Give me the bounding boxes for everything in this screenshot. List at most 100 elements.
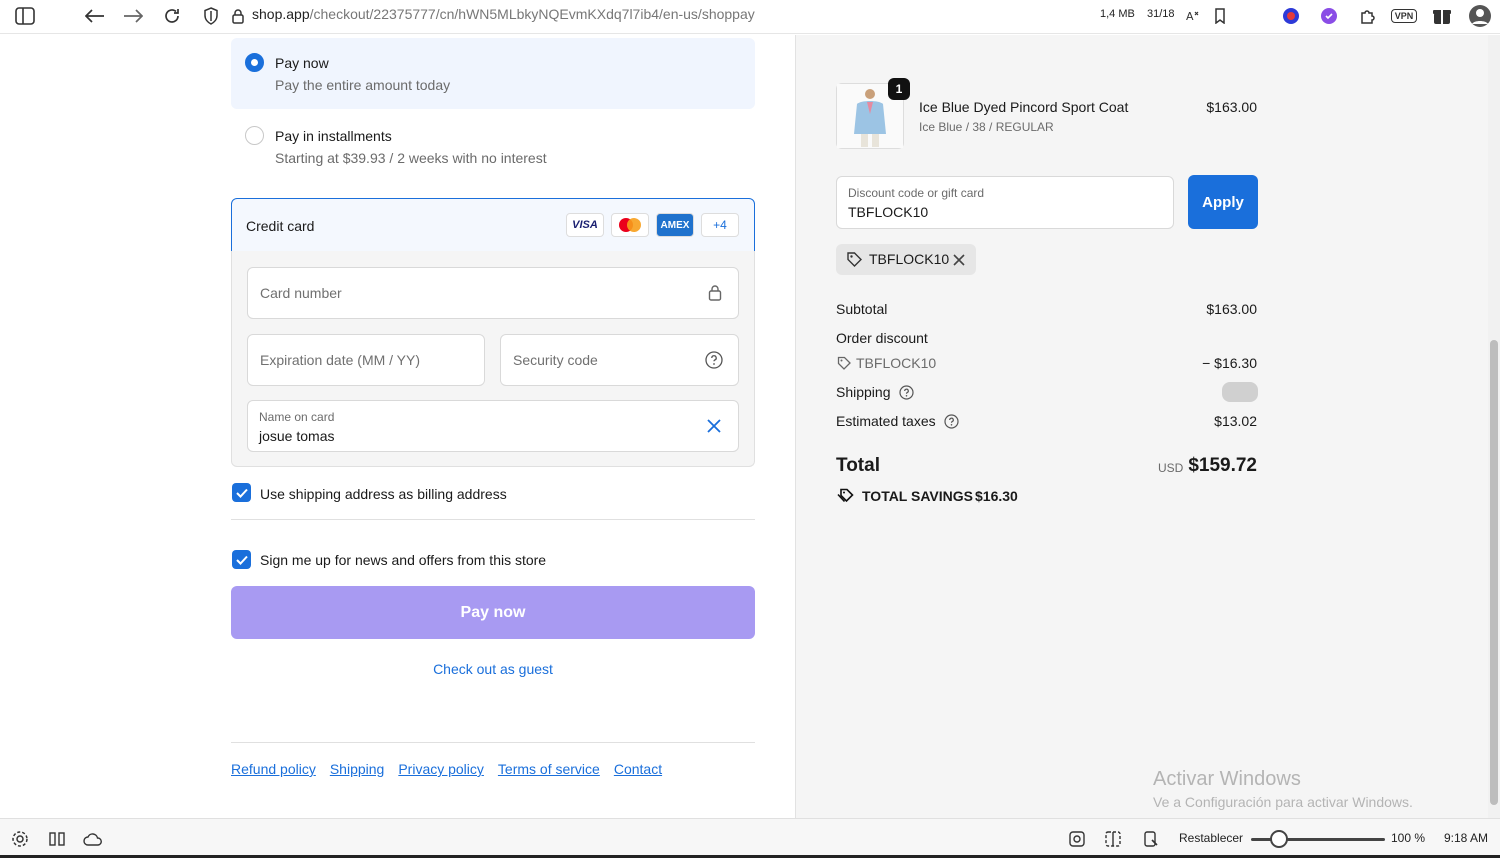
windows-activation-title: Activar Windows — [1153, 768, 1301, 790]
tiling-icon[interactable] — [1102, 828, 1124, 850]
quantity-badge: 1 — [888, 78, 910, 100]
profile-avatar-icon[interactable] — [1467, 3, 1493, 29]
product-variant: Ice Blue / 38 / REGULAR — [919, 120, 1054, 134]
privacy-policy-link[interactable]: Privacy policy — [398, 761, 484, 777]
cloud-sync-icon[interactable] — [82, 828, 104, 850]
footer-links: Refund policy Shipping Privacy policy Te… — [231, 761, 662, 777]
zoom-reset-label[interactable]: Restablecer — [1179, 831, 1243, 845]
checkmark-icon — [235, 488, 248, 498]
tag-icon — [837, 356, 851, 375]
security-code-field[interactable]: Security code — [500, 334, 739, 386]
extension-purple-icon[interactable] — [1316, 3, 1342, 29]
total-savings-label: TOTAL SAVINGS — [862, 488, 973, 504]
sidebar-toggle-icon[interactable] — [12, 3, 38, 29]
discount-code-line: TBFLOCK10 — [856, 355, 937, 371]
amex-badge: AMEX — [656, 213, 694, 237]
applied-code-label: TBFLOCK10 — [869, 251, 950, 267]
discount-code-field[interactable]: Discount code or gift card TBFLOCK10 — [836, 176, 1174, 229]
billing-address-label[interactable]: Use shipping address as billing address — [260, 486, 507, 502]
taxes-value: $13.02 — [1214, 413, 1257, 429]
windows-activation-subtitle: Ve a Configuración para activar Windows. — [1153, 794, 1413, 810]
newsletter-label[interactable]: Sign me up for news and offers from this… — [260, 552, 546, 568]
contact-link[interactable]: Contact — [614, 761, 662, 777]
product-name: Ice Blue Dyed Pincord Sport Coat — [919, 99, 1129, 115]
tab-counter[interactable]: 31/18 — [1147, 8, 1175, 20]
browser-toolbar: shop.app/checkout/22375777/cn/hWN5MLbkyN… — [0, 0, 1500, 34]
footer-divider — [231, 742, 755, 743]
reload-icon[interactable] — [159, 3, 185, 29]
discount-code-value: TBFLOCK10 — [848, 204, 929, 220]
back-icon[interactable] — [82, 3, 108, 29]
help-question-icon[interactable] — [705, 351, 723, 374]
zoom-slider-knob[interactable] — [1270, 830, 1288, 848]
clock-time: 9:18 AM — [1444, 831, 1489, 845]
zoom-level: 100 % — [1391, 831, 1426, 845]
taxes-label: Estimated taxes — [836, 413, 936, 429]
terms-of-service-link[interactable]: Terms of service — [498, 761, 600, 777]
shipping-help-icon[interactable] — [899, 385, 914, 405]
pay-now-button[interactable]: Pay now — [231, 586, 755, 639]
pay-now-radio[interactable] — [245, 53, 264, 72]
shipping-loading-placeholder — [1222, 382, 1258, 402]
order-summary: 1 Ice Blue Dyed Pincord Sport Coat Ice B… — [795, 35, 1488, 818]
panel-toggle-icon[interactable] — [46, 828, 68, 850]
remove-discount-icon[interactable] — [953, 253, 965, 271]
expiration-date-field[interactable]: Expiration date (MM / YY) — [247, 334, 485, 386]
expiration-placeholder: Expiration date (MM / YY) — [260, 352, 421, 368]
installments-title[interactable]: Pay in installments — [275, 128, 392, 144]
total-label: Total — [836, 455, 880, 476]
discount-code-label: Discount code or gift card — [848, 186, 985, 200]
pay-now-title: Pay now — [275, 55, 329, 71]
checkmark-icon — [235, 555, 248, 565]
shipping-policy-link[interactable]: Shipping — [330, 761, 385, 777]
more-cards-badge[interactable]: +4 — [701, 213, 739, 237]
refund-policy-link[interactable]: Refund policy — [231, 761, 316, 777]
memory-usage: 1,4 MB — [1100, 8, 1135, 20]
installments-subtitle: Starting at $39.93 / 2 weeks with no int… — [275, 150, 547, 166]
svg-text:A: A — [1186, 10, 1194, 23]
savings-tag-icon — [836, 487, 855, 509]
name-on-card-field[interactable]: Name on card josue tomas — [247, 400, 739, 452]
discount-amount: − $16.30 — [1202, 355, 1257, 371]
settings-gear-icon[interactable] — [9, 828, 31, 850]
vpn-badge-icon[interactable]: VPN — [1389, 3, 1419, 29]
translate-icon[interactable]: A — [1180, 3, 1206, 29]
card-number-placeholder: Card number — [260, 285, 342, 301]
applied-discount-chip: TBFLOCK10 — [836, 244, 976, 275]
lock-icon — [708, 284, 722, 306]
subtotal-label: Subtotal — [836, 301, 888, 317]
address-bar[interactable]: shop.app/checkout/22375777/cn/hWN5MLbkyN… — [252, 6, 755, 22]
apply-discount-button[interactable]: Apply — [1188, 175, 1258, 229]
order-discount-label: Order discount — [836, 330, 928, 346]
visa-badge: VISA — [566, 213, 604, 237]
mastercard-icon — [611, 213, 649, 237]
page-actions-icon[interactable] — [1140, 828, 1162, 850]
card-number-field[interactable]: Card number — [247, 267, 739, 319]
product-price: $163.00 — [1206, 99, 1257, 115]
currency-label: USD — [1158, 461, 1184, 475]
total-savings-value: $16.30 — [975, 488, 1018, 504]
shipping-label: Shipping — [836, 384, 891, 400]
total-value: $159.72 — [1188, 455, 1257, 476]
forward-icon[interactable] — [120, 3, 146, 29]
clear-x-icon[interactable] — [707, 419, 721, 438]
credit-card-title: Credit card — [246, 218, 315, 234]
name-on-card-label: Name on card — [259, 410, 335, 424]
gift-box-icon[interactable] — [1429, 3, 1455, 29]
shield-icon[interactable] — [198, 3, 224, 29]
lock-icon — [225, 3, 251, 29]
divider — [231, 519, 755, 520]
pay-now-option[interactable] — [231, 38, 755, 109]
scrollbar-thumb[interactable] — [1490, 340, 1498, 805]
newsletter-checkbox[interactable] — [232, 550, 251, 569]
vertical-scrollbar[interactable] — [1488, 35, 1500, 818]
url-path: /checkout/22375777/cn/hWN5MLbkyNQEvmKXdq… — [309, 6, 755, 22]
installments-radio[interactable] — [245, 126, 264, 145]
taxes-help-icon[interactable] — [944, 414, 959, 434]
bookmark-icon[interactable] — [1207, 3, 1233, 29]
checkout-as-guest-link[interactable]: Check out as guest — [231, 661, 755, 677]
capture-icon[interactable] — [1066, 828, 1088, 850]
billing-address-checkbox[interactable] — [232, 483, 251, 502]
extension-vpn-shield-icon[interactable] — [1278, 3, 1304, 29]
extensions-puzzle-icon[interactable] — [1355, 3, 1381, 29]
